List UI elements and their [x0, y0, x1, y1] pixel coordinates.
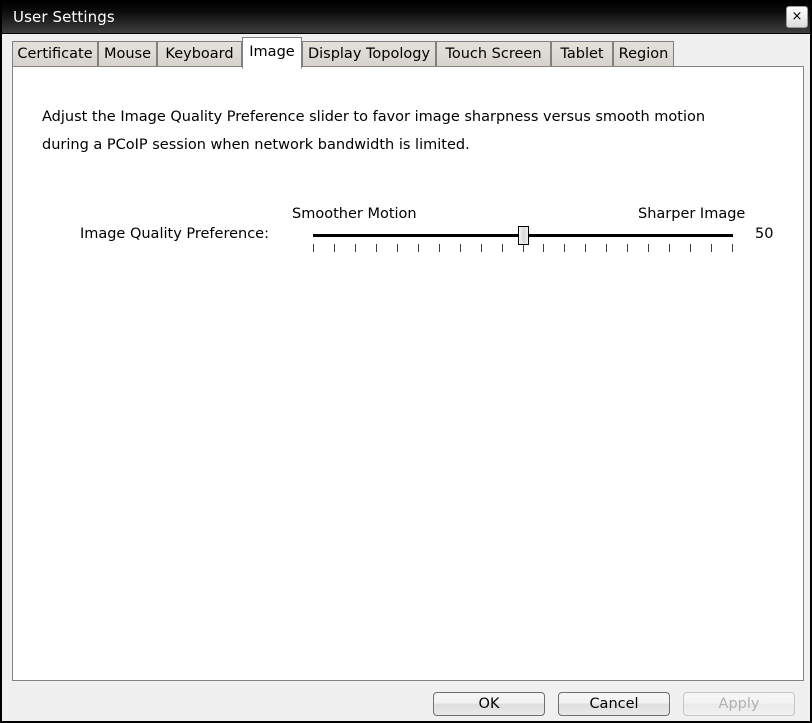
slider-tick-marks [313, 244, 733, 253]
tab-mouse[interactable]: Mouse [98, 41, 157, 67]
ok-button[interactable]: OK [433, 692, 545, 716]
slider-tick [732, 244, 733, 252]
slider-tick [606, 244, 607, 252]
slider-tick [355, 244, 356, 252]
tab-keyboard[interactable]: Keyboard [157, 41, 242, 67]
slider-tick [648, 244, 649, 252]
slider-tick [543, 244, 544, 252]
slider-tick [481, 244, 482, 252]
slider-tick [460, 244, 461, 252]
slider-tick [397, 244, 398, 252]
tab-bar: Certificate Mouse Keyboard Image Display Top… [2, 35, 810, 69]
title-bar: User Settings × [2, 2, 810, 34]
slider-tick [711, 244, 712, 252]
tab-image[interactable]: Image [242, 37, 302, 69]
tab-panel-image: Adjust the Image Quality Preference slid… [12, 66, 804, 681]
tab-display-topology[interactable]: Display Topology [302, 41, 436, 67]
user-settings-dialog: User Settings × Certificate Mouse Keyboard… [0, 0, 812, 723]
slider-tick [418, 244, 419, 252]
slider-tick [585, 244, 586, 252]
slider-tick [627, 244, 628, 252]
apply-button: Apply [683, 692, 795, 716]
slider-tick [523, 244, 524, 252]
slider-tick [564, 244, 565, 252]
image-quality-preference-label: Image Quality Preference: [79, 226, 269, 242]
image-quality-preference-row: Image Quality Preference: Smoother Motio… [13, 205, 805, 265]
slider-left-label: Smoother Motion [292, 206, 417, 222]
tab-certificate[interactable]: Certificate [12, 41, 98, 67]
slider-thumb[interactable] [518, 226, 529, 245]
tab-region[interactable]: Region [613, 41, 674, 67]
tab-tablet[interactable]: Tablet [551, 41, 613, 67]
slider-tick [313, 244, 314, 252]
slider-tick [669, 244, 670, 252]
slider-value: 50 [755, 226, 774, 242]
panel-description: Adjust the Image Quality Preference slid… [42, 109, 706, 153]
dialog-footer: OK Cancel Apply [2, 683, 810, 721]
tab-touch-screen[interactable]: Touch Screen [436, 41, 551, 67]
cancel-button[interactable]: Cancel [558, 692, 670, 716]
slider-tick [334, 244, 335, 252]
slider-tick [376, 244, 377, 252]
slider-tick [439, 244, 440, 252]
slider-right-label: Sharper Image [638, 206, 746, 222]
window-title: User Settings [13, 8, 115, 26]
slider-tick [502, 244, 503, 252]
close-icon[interactable]: × [786, 6, 808, 28]
slider-tick [690, 244, 691, 252]
image-quality-slider[interactable] [313, 226, 733, 263]
